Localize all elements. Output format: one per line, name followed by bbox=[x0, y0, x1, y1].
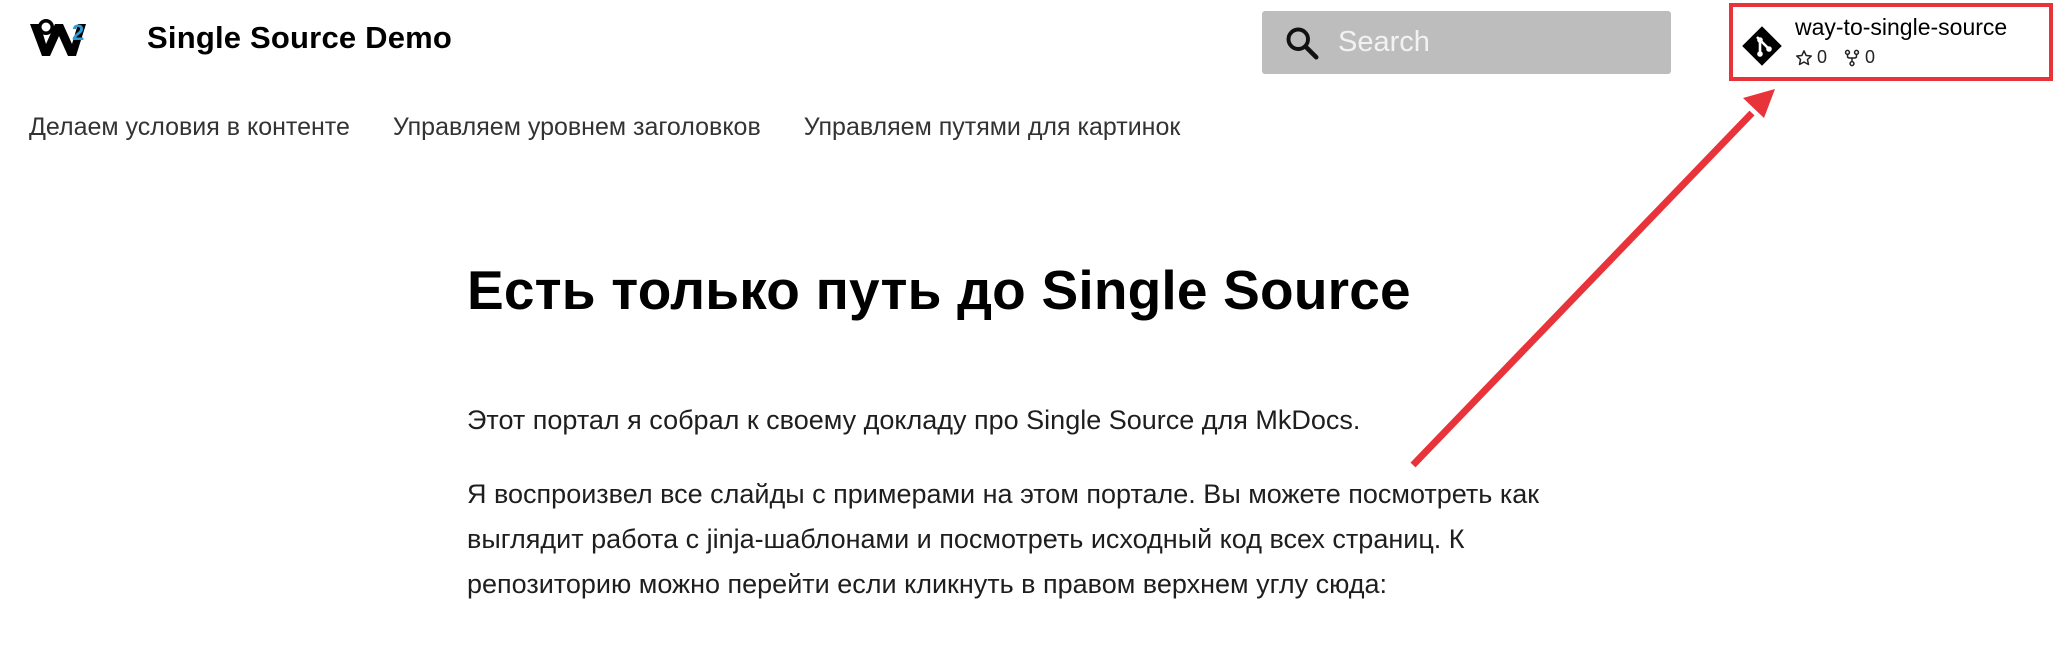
intro-paragraph: Этот портал я собрал к своему докладу пр… bbox=[467, 405, 1361, 435]
repo-link[interactable]: way-to-single-source 0 0 bbox=[1740, 14, 2040, 74]
main-content: Есть только путь до Single Source Этот п… bbox=[467, 254, 1627, 599]
repo-stars-count: 0 bbox=[1817, 47, 1828, 67]
repo-forks-count: 0 bbox=[1865, 47, 1876, 67]
search-icon[interactable] bbox=[1284, 25, 1320, 61]
tab-image-paths[interactable]: Управляем путями для картинок bbox=[804, 113, 1181, 142]
search-box[interactable] bbox=[1262, 11, 1671, 74]
git-icon bbox=[1742, 26, 1782, 66]
svg-text:2: 2 bbox=[72, 20, 84, 45]
star-icon bbox=[1796, 49, 1812, 65]
site-logo-icon[interactable]: 2 bbox=[28, 18, 92, 66]
tab-content-conditions[interactable]: Делаем условия в контенте bbox=[29, 113, 350, 142]
repo-paragraph: Я воспроизвел все слайды с примерами на … bbox=[467, 479, 1540, 599]
tab-heading-levels[interactable]: Управляем уровнем заголовков bbox=[393, 113, 761, 142]
site-title[interactable]: Single Source Demo bbox=[147, 20, 452, 56]
repo-stars: 0 bbox=[1795, 47, 1827, 68]
fork-icon bbox=[1844, 49, 1860, 66]
search-input[interactable] bbox=[1338, 11, 1658, 74]
page-title: Есть только путь до Single Source bbox=[467, 259, 1411, 321]
repo-facts: 0 0 bbox=[1795, 47, 1891, 68]
nav-tabs: Делаем условия в контенте Управляем уров… bbox=[29, 113, 1223, 142]
repo-forks: 0 bbox=[1843, 47, 1875, 68]
repo-name: way-to-single-source bbox=[1795, 14, 2008, 40]
